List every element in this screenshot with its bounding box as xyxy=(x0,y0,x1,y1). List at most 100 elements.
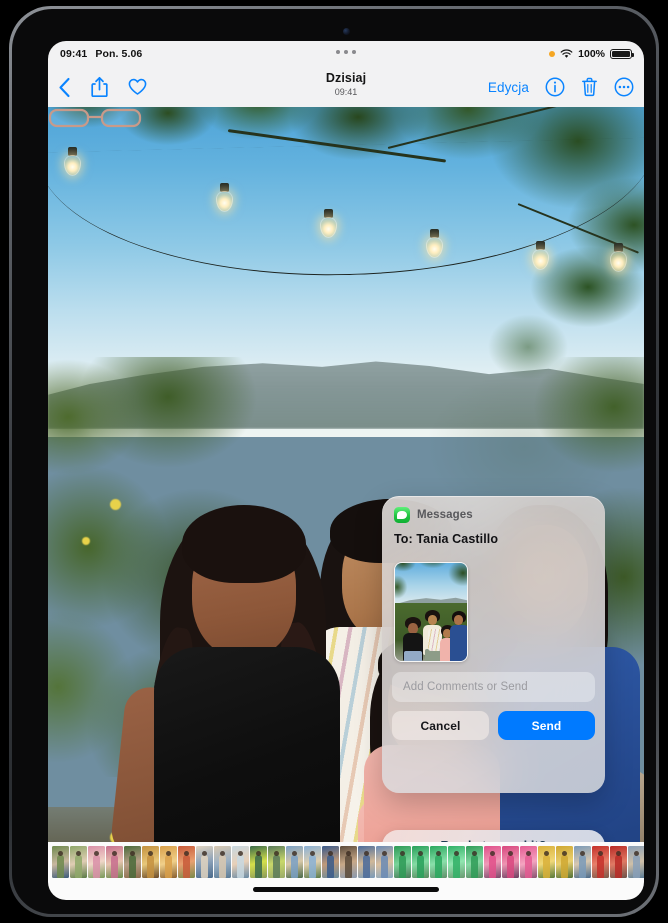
share-square-arrow-up-icon[interactable] xyxy=(91,76,108,98)
orange-privacy-dot-icon xyxy=(549,51,556,57)
filmstrip-thumbnail[interactable] xyxy=(286,846,303,878)
page-subtitle: 09:41 xyxy=(334,87,358,97)
filmstrip-thumbnail[interactable] xyxy=(340,846,357,878)
filmstrip-thumbnail[interactable] xyxy=(520,846,537,878)
info-circle-icon[interactable] xyxy=(545,77,565,97)
dialog-app-name: Messages xyxy=(417,509,473,521)
filmstrip-thumbnail[interactable] xyxy=(628,846,644,878)
thumbnail-figure xyxy=(110,855,119,878)
wifi-icon xyxy=(560,49,573,58)
filmstrip-thumbnail[interactable] xyxy=(88,846,105,878)
photo-viewer[interactable]: Messages To: Tania Castillo Add Comments… xyxy=(48,107,644,842)
filmstrip-thumbnail[interactable] xyxy=(250,846,267,878)
dialog-header: Messages xyxy=(382,496,605,523)
thumbnail-head xyxy=(165,851,171,857)
thumbnail-figure xyxy=(56,855,65,878)
filmstrip-thumbnail[interactable] xyxy=(610,846,627,878)
screen: 09:41 Pon. 5.06 100% Dzisiaj 09:41 Edycj… xyxy=(48,41,644,900)
attachment-thumbnail[interactable] xyxy=(394,562,468,662)
thumbnail-figure xyxy=(470,855,479,878)
filmstrip-thumbnail[interactable] xyxy=(412,846,429,878)
filmstrip-thumbnail[interactable] xyxy=(268,846,285,878)
filmstrip-thumbnail[interactable] xyxy=(160,846,177,878)
trash-icon[interactable] xyxy=(581,77,598,97)
filmstrip-thumbnail[interactable] xyxy=(376,846,393,878)
filmstrip-thumbnail[interactable] xyxy=(124,846,141,878)
thumbnail-figure xyxy=(524,855,533,878)
siri-prompt-bubble[interactable]: Ready to send it? xyxy=(382,830,605,842)
thumbnail-head xyxy=(327,851,333,857)
filmstrip-thumbnail[interactable] xyxy=(448,846,465,878)
thumbnail-head xyxy=(543,851,549,857)
thumbnail-head xyxy=(309,851,315,857)
chevron-left-icon[interactable] xyxy=(58,77,71,98)
thumbnail-head xyxy=(147,851,153,857)
filmstrip-thumbnail[interactable] xyxy=(484,846,501,878)
thumbnail-head xyxy=(399,851,405,857)
thumbnail-head xyxy=(255,851,261,857)
thumbnail-figure xyxy=(434,855,443,878)
filmstrip-thumbnail[interactable] xyxy=(322,846,339,878)
thumbnail-head xyxy=(561,851,567,857)
thumbnail-figure xyxy=(236,855,245,878)
heart-icon[interactable] xyxy=(128,78,147,96)
filmstrip-thumbnail[interactable] xyxy=(538,846,555,878)
comment-input[interactable]: Add Comments or Send xyxy=(392,672,595,702)
messages-app-icon xyxy=(394,507,410,523)
toolbar-left-group xyxy=(58,67,147,107)
multitasking-dots-icon[interactable] xyxy=(336,50,356,54)
thumbnail-figure xyxy=(416,855,425,878)
thumbnail-head xyxy=(75,851,81,857)
photo-light-bulb xyxy=(320,209,337,238)
thumbnail-head xyxy=(291,851,297,857)
filmstrip-thumbnail[interactable] xyxy=(502,846,519,878)
thumbnail-head xyxy=(597,851,603,857)
ellipsis-circle-icon[interactable] xyxy=(614,77,634,97)
thumbnail-figure xyxy=(614,855,623,878)
thumbnail-figure xyxy=(542,855,551,878)
thumbnail-figure xyxy=(92,855,101,878)
filmstrip-thumbnail[interactable] xyxy=(466,846,483,878)
status-bar: 09:41 Pon. 5.06 100% xyxy=(48,41,644,67)
filmstrip-thumbnail[interactable] xyxy=(430,846,447,878)
page-title: Dzisiaj xyxy=(325,71,367,85)
photo-flower xyxy=(110,499,121,510)
filmstrip-thumbnail[interactable] xyxy=(106,846,123,878)
photo-filmstrip[interactable] xyxy=(48,842,644,882)
filmstrip-thumbnail[interactable] xyxy=(232,846,249,878)
filmstrip-thumbnail[interactable] xyxy=(52,846,69,878)
filmstrip-thumbnail[interactable] xyxy=(394,846,411,878)
cancel-button[interactable]: Cancel xyxy=(392,711,489,740)
thumbnail-figure xyxy=(326,855,335,878)
filmstrip-thumbnail[interactable] xyxy=(358,846,375,878)
home-indicator[interactable] xyxy=(253,887,439,892)
thumbnail-figure xyxy=(218,855,227,878)
thumbnail-figure xyxy=(578,855,587,878)
filmstrip-thumbnail[interactable] xyxy=(592,846,609,878)
thumbnail-figure xyxy=(272,855,281,878)
photo-title-block: Dzisiaj 09:41 xyxy=(326,71,366,98)
filmstrip-thumbnail[interactable] xyxy=(214,846,231,878)
send-button[interactable]: Send xyxy=(498,711,595,740)
thumbnail-figure xyxy=(290,855,299,878)
thumbnail-figure xyxy=(182,855,191,878)
filmstrip-thumbnail[interactable] xyxy=(574,846,591,878)
thumbnail-figure xyxy=(596,855,605,878)
battery-full-icon xyxy=(610,48,634,60)
thumbnail-figure xyxy=(344,855,353,878)
edit-button[interactable]: Edycja xyxy=(488,80,529,95)
messages-share-dialog: Messages To: Tania Castillo Add Comments… xyxy=(382,496,605,793)
photo-light-bulb xyxy=(64,147,81,176)
filmstrip-thumbnail[interactable] xyxy=(70,846,87,878)
photo-light-bulb xyxy=(532,241,549,270)
thumbnail-head xyxy=(237,851,243,857)
filmstrip-thumbnail[interactable] xyxy=(178,846,195,878)
thumbnail-head xyxy=(435,851,441,857)
filmstrip-thumbnail[interactable] xyxy=(304,846,321,878)
filmstrip-thumbnail[interactable] xyxy=(196,846,213,878)
thumbnail-figure xyxy=(380,855,389,878)
filmstrip-thumbnail[interactable] xyxy=(142,846,159,878)
photo-light-bulb xyxy=(426,229,443,258)
filmstrip-thumbnail[interactable] xyxy=(556,846,573,878)
thumbnail-head xyxy=(183,851,189,857)
